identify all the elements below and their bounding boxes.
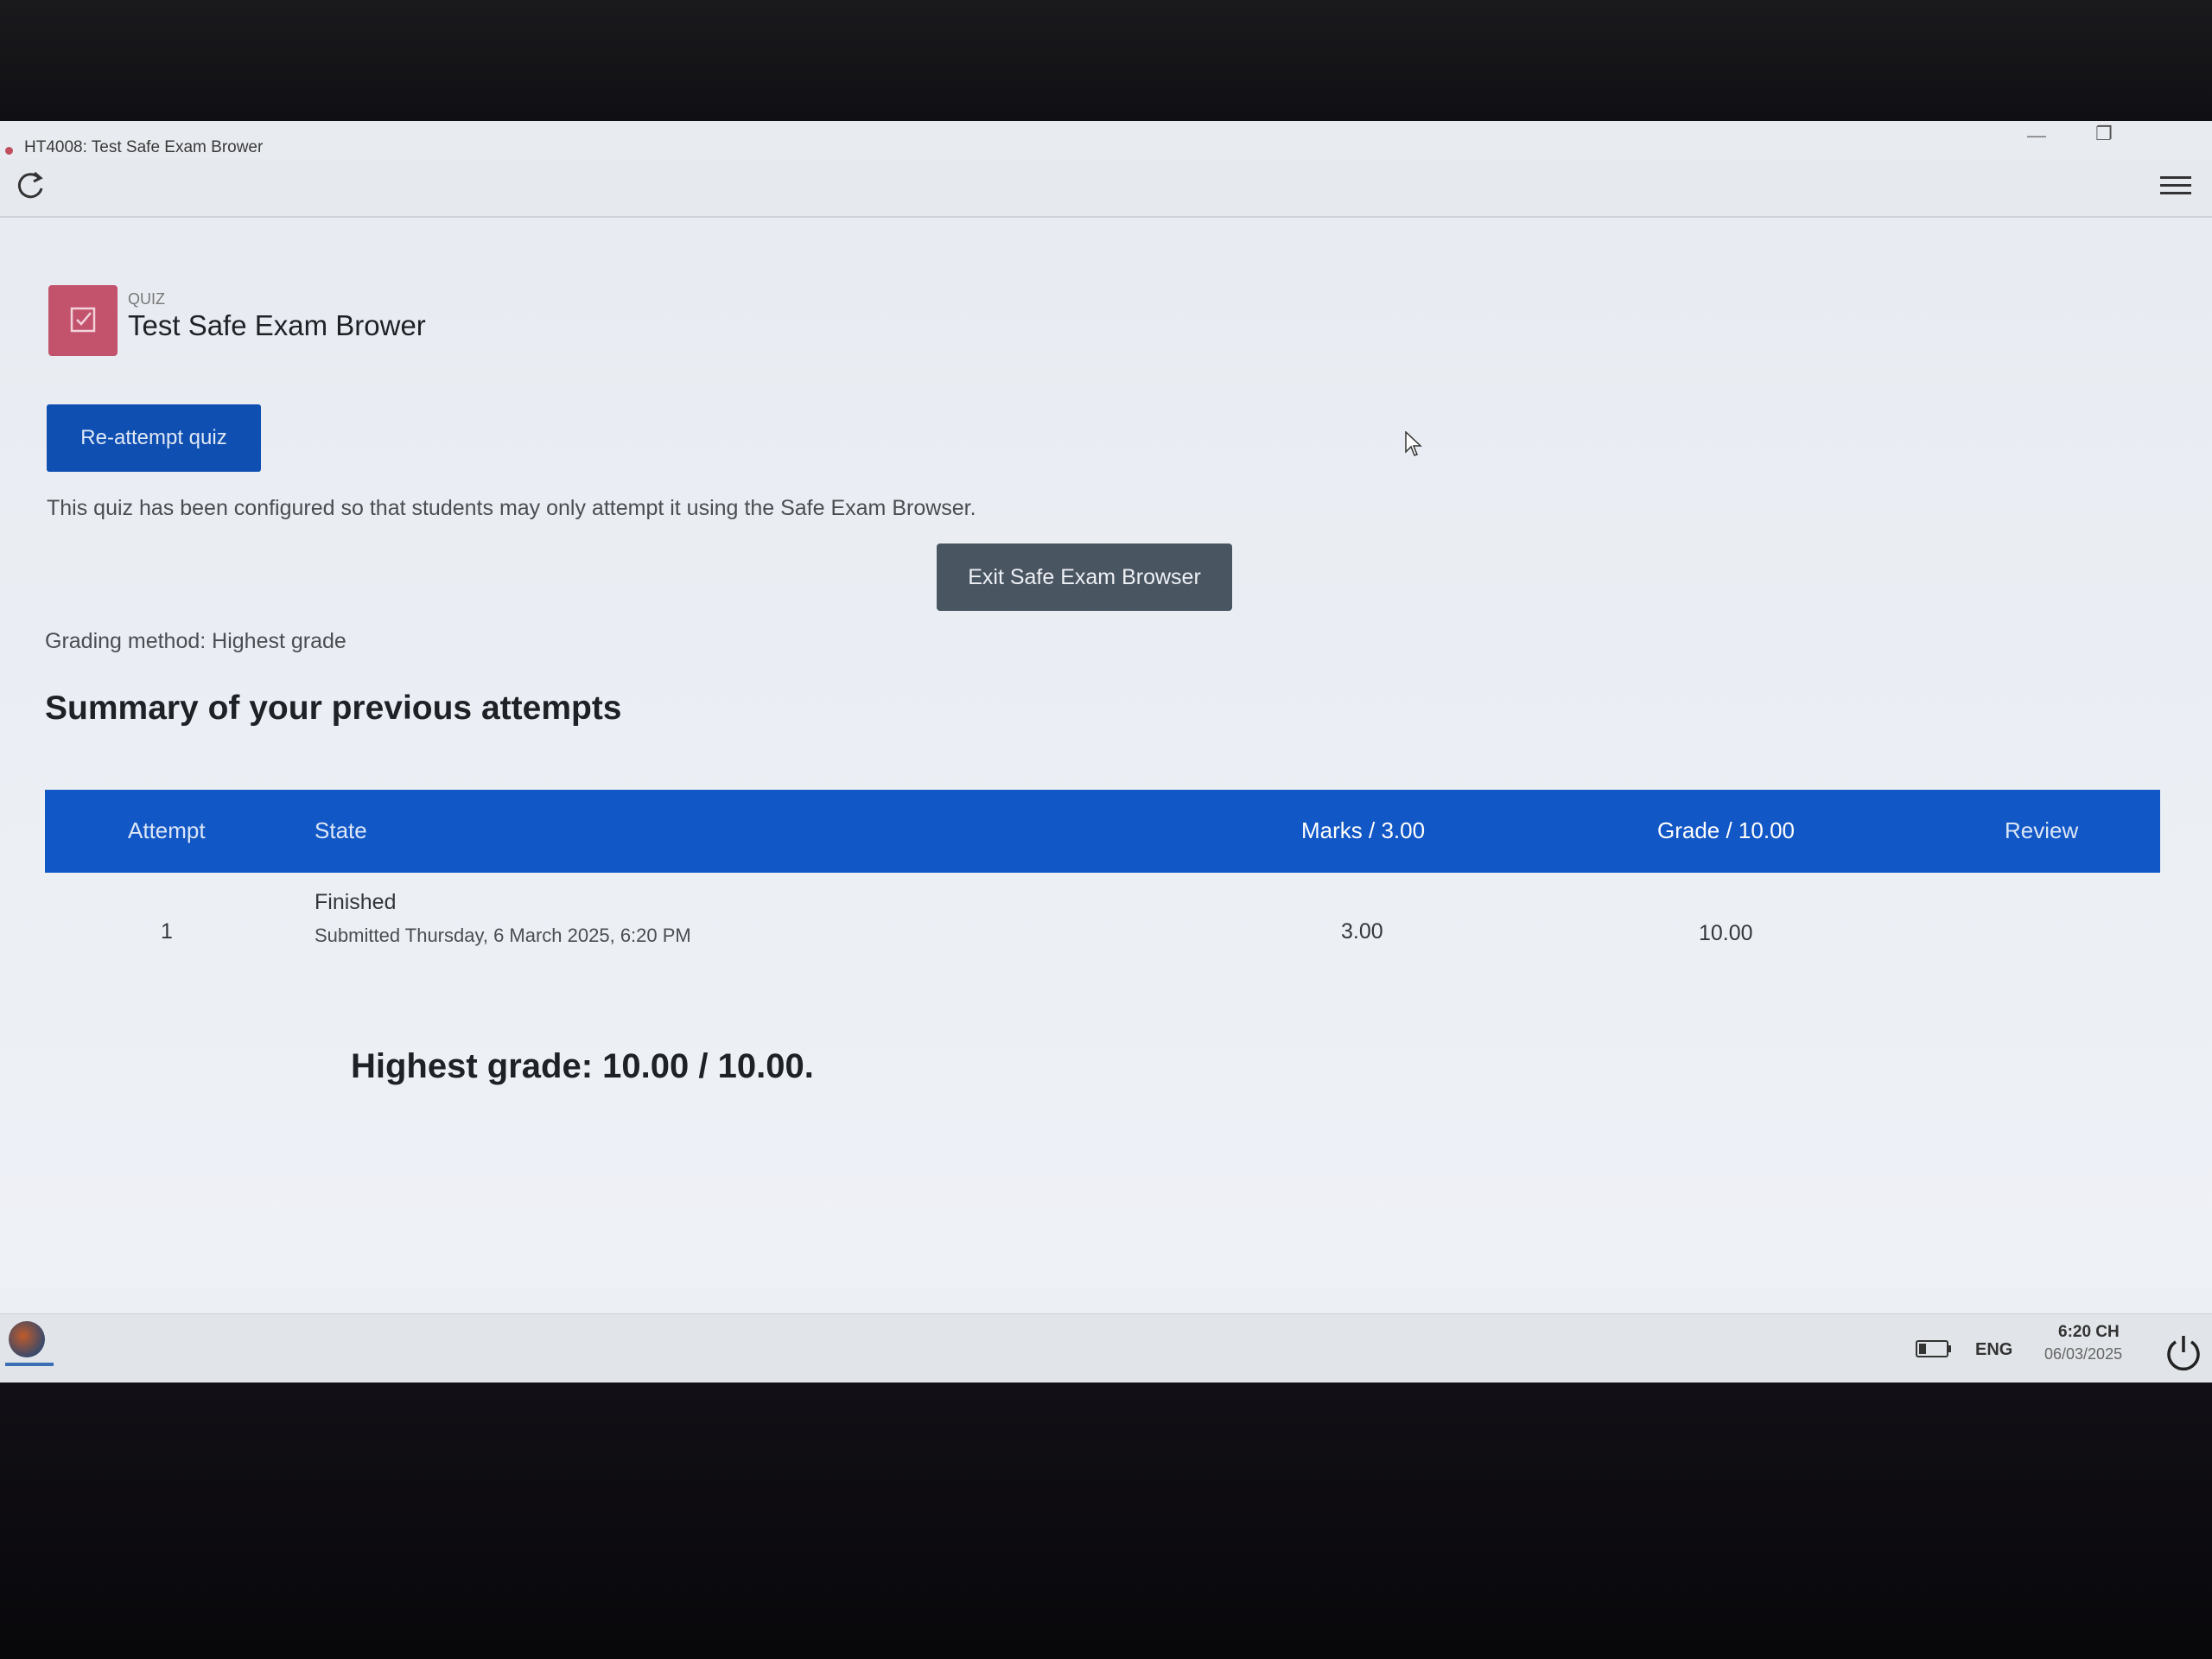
app-icon	[5, 147, 13, 155]
taskbar: ENG 6:20 CH 06/03/2025	[0, 1313, 2212, 1382]
quiz-type-label: QUIZ	[128, 290, 165, 308]
exit-seb-button[interactable]: Exit Safe Exam Browser	[937, 543, 1232, 611]
table-row: 1 Finished Submitted Thursday, 6 March 2…	[45, 873, 2160, 976]
minimize-button[interactable]: —	[2024, 124, 2050, 150]
attempts-table: Attempt State Marks / 3.00 Grade / 10.00…	[45, 790, 2160, 976]
attempt-grade: 10.00	[1699, 921, 1753, 945]
active-indicator	[5, 1363, 54, 1366]
title-bar: HT4008: Test Safe Exam Brower — ❐	[0, 121, 2212, 159]
page-content: QUIZ Test Safe Exam Brower Re-attempt qu…	[0, 218, 2212, 1289]
attempt-number: 1	[161, 919, 173, 944]
highest-grade: Highest grade: 10.00 / 10.00.	[351, 1047, 814, 1085]
mouse-cursor-icon	[1405, 430, 1422, 457]
quiz-icon	[48, 285, 118, 356]
language-indicator[interactable]: ENG	[1975, 1340, 2012, 1360]
reattempt-quiz-button[interactable]: Re-attempt quiz	[47, 404, 261, 472]
start-icon[interactable]	[9, 1321, 45, 1357]
hamburger-menu-icon[interactable]	[2157, 171, 2195, 202]
column-attempt: Attempt	[128, 817, 206, 843]
window-title: HT4008: Test Safe Exam Brower	[24, 138, 264, 156]
column-review: Review	[2005, 817, 2079, 843]
grading-method: Grading method: Highest grade	[45, 629, 346, 653]
monitor-bezel-bottom	[0, 1382, 2212, 1659]
column-marks: Marks / 3.00	[1301, 817, 1426, 843]
clock-date: 06/03/2025	[2044, 1345, 2123, 1363]
battery-icon[interactable]	[1915, 1338, 1953, 1359]
browser-toolbar	[0, 159, 2212, 218]
summary-heading: Summary of your previous attempts	[45, 690, 622, 727]
attempt-marks: 3.00	[1341, 919, 1383, 944]
attempt-state: Finished	[315, 890, 397, 914]
clock-time: 6:20 CH	[2058, 1323, 2120, 1341]
seb-info-text: This quiz has been configured so that st…	[47, 496, 976, 520]
page-title: Test Safe Exam Brower	[128, 309, 426, 341]
column-grade: Grade / 10.00	[1657, 817, 1795, 843]
table-header: Attempt State Marks / 3.00 Grade / 10.00…	[45, 790, 2160, 873]
reload-icon[interactable]	[12, 168, 48, 204]
column-state: State	[315, 817, 367, 843]
power-icon[interactable]	[2164, 1333, 2203, 1373]
submitted-timestamp: Submitted Thursday, 6 March 2025, 6:20 P…	[315, 925, 691, 946]
restore-button[interactable]: ❐	[2091, 123, 2117, 152]
seb-window: HT4008: Test Safe Exam Brower — ❐ QUIZ T…	[0, 121, 2212, 1382]
monitor-bezel-top	[0, 0, 2212, 121]
